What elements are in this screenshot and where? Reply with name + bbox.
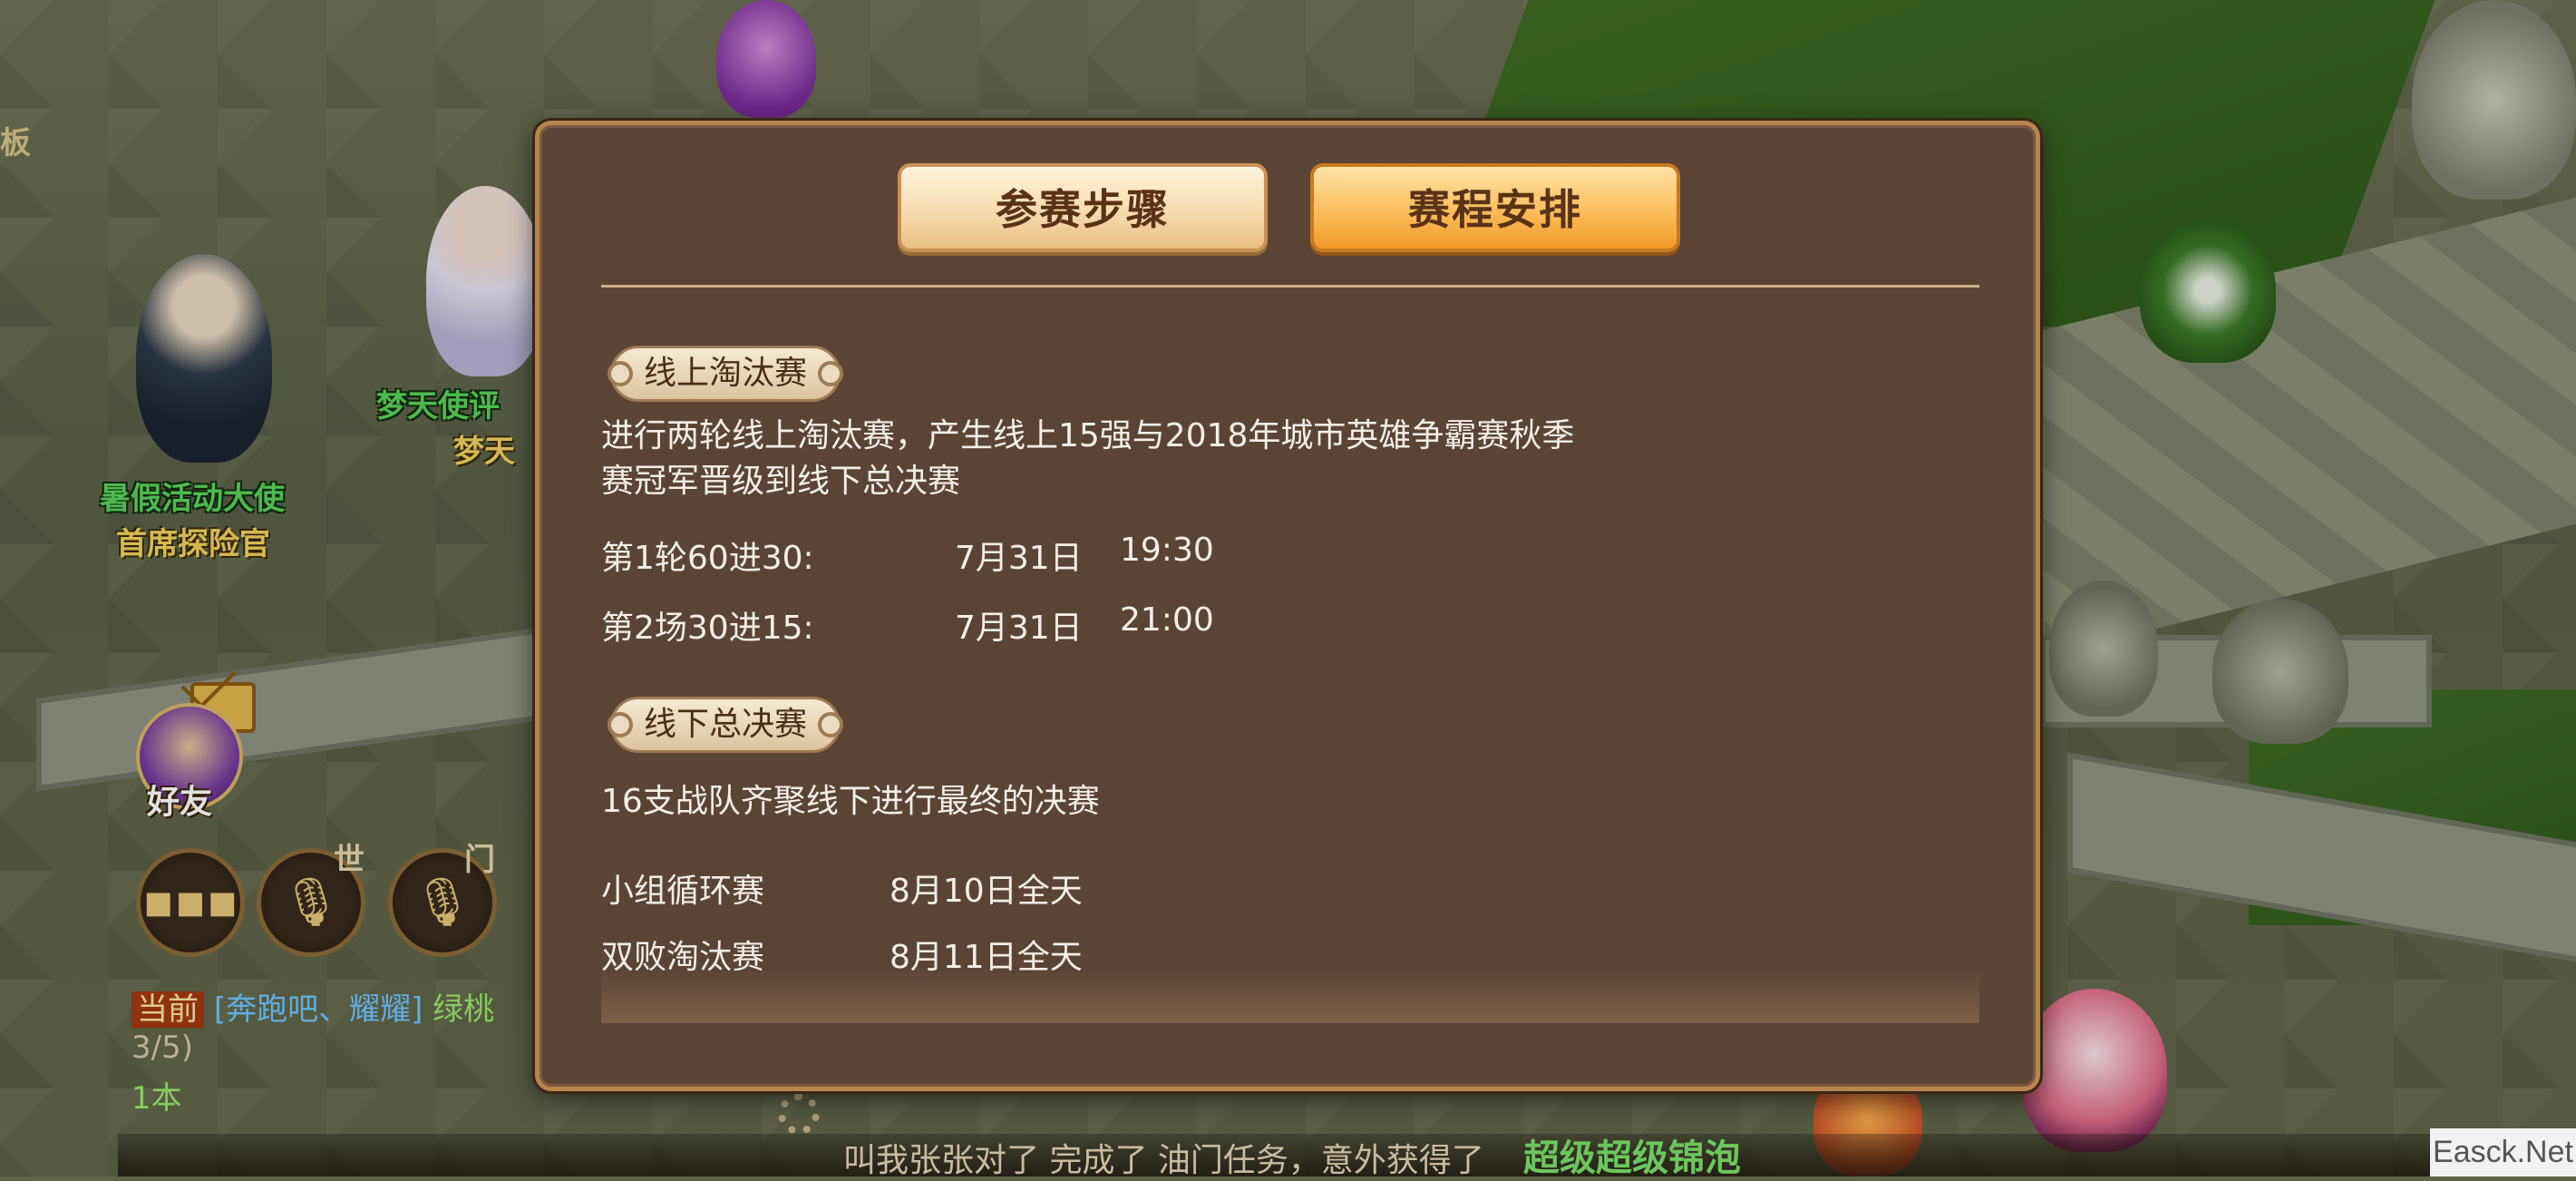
divider: [601, 285, 1979, 288]
online-description-line: 进行两轮线上淘汰赛，产生线上15强与2018年城市英雄争霸赛秋季: [601, 417, 1575, 454]
round-date: 7月31日: [955, 610, 1083, 647]
tournament-dialog: 参赛步骤 赛程安排 线上淘汰赛 进行两轮线上淘汰赛，产生线上15强与2018年城…: [535, 121, 2040, 1091]
offline-description: 16支战队齐聚线下进行最终的决赛: [601, 783, 1100, 820]
round-date: 7月31日: [955, 540, 1083, 577]
scroll-fade: [601, 969, 1979, 1023]
stage-date: 8月10日全天: [889, 873, 1083, 910]
round-label: 第1轮60进30:: [601, 540, 814, 577]
tab-entry-steps[interactable]: 参赛步骤: [898, 163, 1268, 252]
section-tag-online: 线上淘汰赛: [607, 346, 844, 402]
round-time: 19:30: [1120, 532, 1214, 569]
tab-schedule[interactable]: 赛程安排: [1310, 163, 1680, 252]
round-time: 21:00: [1120, 601, 1214, 639]
round-label: 第2场30进15:: [601, 610, 814, 647]
watermark: Easck.Net: [2430, 1128, 2576, 1176]
stage-label: 小组循环赛: [601, 873, 765, 910]
online-description-line: 赛冠军晋级到线下总决赛: [601, 463, 961, 500]
section-tag-offline: 线下总决赛: [607, 697, 844, 753]
